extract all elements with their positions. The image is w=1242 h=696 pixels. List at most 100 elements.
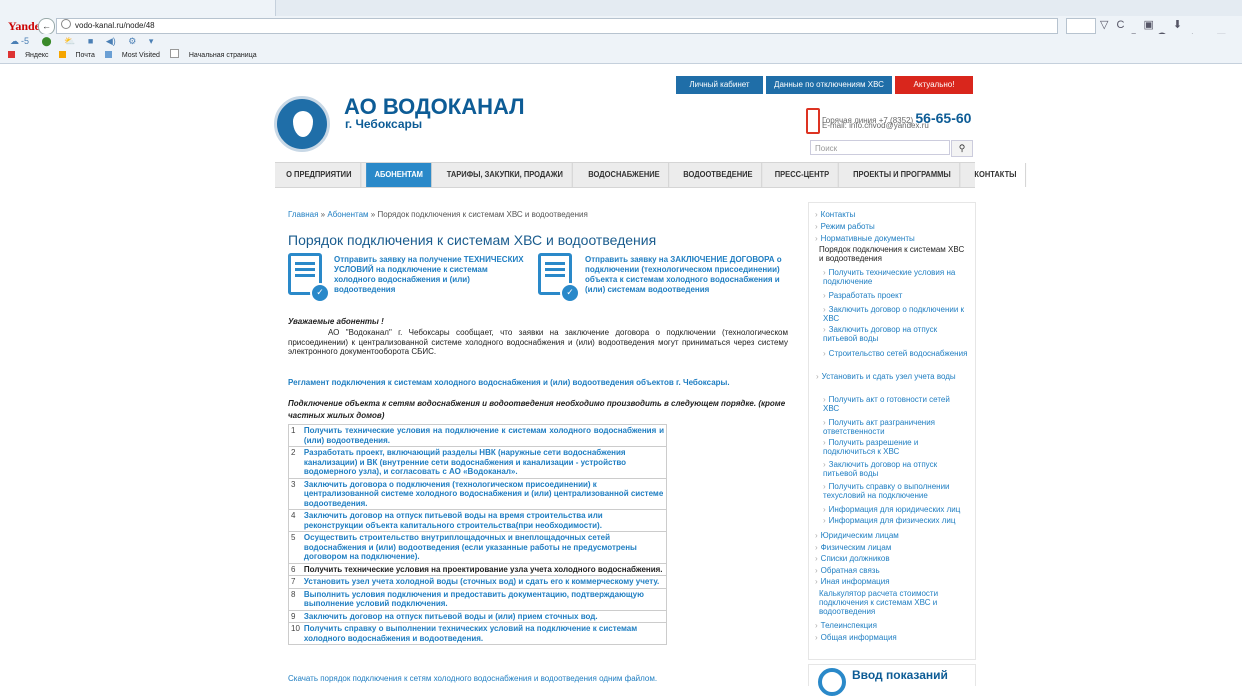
- sound-icon[interactable]: ◀): [106, 34, 116, 49]
- addon-icon[interactable]: ⚙: [128, 34, 136, 49]
- menu-contacts[interactable]: КОНТАКТЫ: [966, 163, 1026, 187]
- email-link[interactable]: E-mail: info.chvod@yandex.ru: [822, 121, 929, 130]
- table-row: 5 Осуществить строительство внутриплощадо…: [287, 531, 667, 564]
- sidebar-item-current[interactable]: Порядок подключения к системам ХВС и вод…: [819, 245, 969, 263]
- document-check-icon[interactable]: ✓: [538, 253, 580, 303]
- sidebar-sub-item[interactable]: › Заключить договор на отпуск питьевой во…: [823, 460, 968, 478]
- sidebar-item-schedule[interactable]: › Режим работы: [815, 222, 875, 231]
- bookmarks-bar: Яндекс Почта Most Visited Начальная стра…: [0, 49, 1242, 64]
- step-link[interactable]: Заключить договор на отпуск питьевой вод…: [301, 609, 667, 623]
- sidebar-item-general[interactable]: › Общая информация: [815, 633, 897, 642]
- sidebar-sub-item[interactable]: › Заключить договор на отпуск питьевой во…: [823, 325, 968, 343]
- breadcrumb-section[interactable]: Абонентам: [327, 210, 368, 219]
- table-row: 3 Заключить договора о подключения (техно…: [287, 477, 667, 510]
- main-menu: О ПРЕДПРИЯТИИ АБОНЕНТАМ ТАРИФЫ, ЗАКУПКИ,…: [275, 162, 1026, 188]
- sidebar-sub-item[interactable]: › Получить разрешение и подключиться к ХВ…: [823, 438, 968, 456]
- order-heading: Подключение объекта к сетям водоснабжени…: [288, 399, 786, 420]
- menu-about[interactable]: О ПРЕДПРИЯТИИ: [278, 163, 361, 187]
- sidebar-item-calculator[interactable]: Калькулятор расчета стоимости подключени…: [819, 589, 959, 616]
- browser-search-box[interactable]: [1066, 18, 1096, 34]
- sidebar-item-documents[interactable]: › Нормативные документы: [815, 234, 915, 243]
- page-icon: [169, 49, 179, 58]
- step-link[interactable]: Осуществить строительство внутриплощадоч…: [301, 531, 667, 564]
- search-button[interactable]: ⚲: [951, 140, 973, 157]
- back-button[interactable]: ←: [38, 18, 55, 35]
- phone-icon: [806, 108, 820, 134]
- step-link[interactable]: Получить технические условия на подключе…: [301, 424, 667, 447]
- sidebar-sub-item[interactable]: › Заключить договор о подключении к ХВС: [823, 305, 968, 323]
- sidebar-item-other[interactable]: › Иная информация: [815, 577, 890, 586]
- step-link[interactable]: Получить справку о выполнении технически…: [301, 622, 667, 645]
- download-link[interactable]: Скачать порядок подключения к сетям холо…: [288, 674, 657, 683]
- menu-press[interactable]: ПРЕСС-ЦЕНТР: [767, 163, 839, 187]
- menu-subscribers[interactable]: АБОНЕНТАМ: [365, 163, 432, 187]
- breadcrumb-current: Порядок подключения к системам ХВС и вод…: [377, 210, 588, 219]
- addon-icon[interactable]: ■: [88, 34, 93, 49]
- step-link[interactable]: Заключить договора о подключения (технол…: [301, 477, 667, 510]
- water-meter-icon: [818, 668, 846, 696]
- url-text: vodo-kanal.ru/node/48: [75, 21, 155, 30]
- table-row: 1 Получить технические условия на подключ…: [287, 424, 667, 447]
- menu-tariffs[interactable]: ТАРИФЫ, ЗАКУПКИ, ПРОДАЖИ: [438, 163, 573, 187]
- water-drop-icon: [293, 111, 313, 137]
- bookmark-start-page[interactable]: Начальная страница: [169, 49, 257, 63]
- table-row: 4 Заключить договор на отпуск питьевой во…: [287, 509, 667, 532]
- weather-icon[interactable]: ☁ -5: [10, 34, 29, 49]
- table-row: 7 Установить узел учета холодной воды (ст…: [287, 575, 667, 589]
- yandex-icon: [8, 51, 15, 58]
- menu-drainage[interactable]: ВОДООТВЕДЕНИЕ: [674, 163, 762, 187]
- bookmark-mail[interactable]: Почта: [58, 49, 95, 63]
- meter-readings-label[interactable]: Ввод показаний: [852, 668, 948, 682]
- breadcrumb-home[interactable]: Главная: [288, 210, 318, 219]
- address-bar[interactable]: vodo-kanal.ru/node/48: [56, 18, 1058, 34]
- sidebar-item-feedback[interactable]: › Обратная связь: [815, 566, 880, 575]
- site-logo[interactable]: [274, 96, 330, 152]
- sidebar-sub-item[interactable]: › Получить акт разграничения ответственно…: [823, 418, 968, 436]
- browser-tab-bar: [0, 0, 1242, 16]
- browser-tab[interactable]: [0, 0, 276, 16]
- table-row: 6 Получить технические условия на проекти…: [287, 562, 667, 576]
- menu-water-supply[interactable]: ВОДОСНАБЖЕНИЕ: [579, 163, 669, 187]
- addon-icon[interactable]: ⛅: [64, 34, 75, 49]
- site-info-icon[interactable]: [61, 19, 71, 29]
- bookmark-most-visited[interactable]: Most Visited: [104, 49, 160, 63]
- sidebar-sub-item[interactable]: › Строительство сетей водоснабжения: [823, 349, 968, 358]
- bookmark-yandex[interactable]: Яндекс: [8, 49, 49, 63]
- sidebar-sub-item[interactable]: › Информация для физических лиц: [823, 516, 955, 525]
- chevron-down-icon[interactable]: ▾: [149, 34, 154, 49]
- sidebar-sub-item[interactable]: › Информация для юридических лиц: [823, 505, 960, 514]
- sidebar-sub-item[interactable]: › Установить и сдать узел учета воды: [816, 372, 961, 381]
- steps-table: 1 Получить технические условия на подключ…: [287, 424, 667, 645]
- step-link[interactable]: Заключить договор на отпуск питьевой вод…: [301, 509, 667, 532]
- sidebar-sub-item[interactable]: › Получить справку о выполнении техуслови…: [823, 482, 968, 500]
- table-row: 8 Выполнить условия подключения и предост…: [287, 587, 667, 611]
- step-link[interactable]: Установить узел учета холодной воды (сто…: [301, 575, 667, 589]
- document-check-icon[interactable]: ✓: [288, 253, 330, 303]
- actual-button[interactable]: Актуально!: [895, 76, 973, 94]
- sidebar-sub-item[interactable]: › Получить технические условия на подключ…: [823, 268, 968, 286]
- sidebar-sub-item[interactable]: › Разработать проект: [823, 291, 968, 300]
- outages-button[interactable]: Данные по отключениям ХВС: [766, 76, 892, 94]
- sidebar-item-teleinspection[interactable]: › Телеинспекция: [815, 621, 877, 630]
- addon-icon[interactable]: ⬤: [42, 34, 52, 49]
- step-link[interactable]: Разработать проект, включающий разделы Н…: [301, 446, 667, 479]
- table-row: 2 Разработать проект, включающий разделы …: [287, 446, 667, 479]
- sidebar-item-legal[interactable]: › Юридическим лицам: [815, 531, 899, 540]
- folder-icon: [104, 51, 112, 58]
- search-input[interactable]: Поиск: [810, 140, 950, 155]
- table-row: 10 Получить справку о выполнении техничес…: [287, 622, 667, 645]
- menu-projects[interactable]: ПРОЕКТЫ И ПРОГРАММЫ: [845, 163, 961, 187]
- contract-request-link[interactable]: Отправить заявку на ЗАКЛЮЧЕНИЕ ДОГОВОРА …: [585, 255, 790, 295]
- personal-account-button[interactable]: Личный кабинет: [676, 76, 763, 94]
- sidebar-item-contacts[interactable]: › Контакты: [815, 210, 855, 219]
- mail-icon: [58, 51, 66, 58]
- breadcrumb: Главная » Абонентам » Порядок подключени…: [288, 210, 588, 219]
- weather-temp: -5: [21, 36, 30, 46]
- regulation-link[interactable]: Регламент подключения к системам холодно…: [288, 378, 730, 387]
- step-link[interactable]: Выполнить условия подключения и предоста…: [301, 587, 667, 611]
- sidebar-item-individuals[interactable]: › Физическим лицам: [815, 543, 891, 552]
- sidebar-item-debtors[interactable]: › Списки должников: [815, 554, 890, 563]
- step-text: Получить технические условия на проектир…: [301, 562, 667, 576]
- sidebar-sub-item[interactable]: › Получить акт о готовности сетей ХВС: [823, 395, 968, 413]
- tech-conditions-request-link[interactable]: Отправить заявку на получение ТЕХНИЧЕСКИ…: [334, 255, 524, 295]
